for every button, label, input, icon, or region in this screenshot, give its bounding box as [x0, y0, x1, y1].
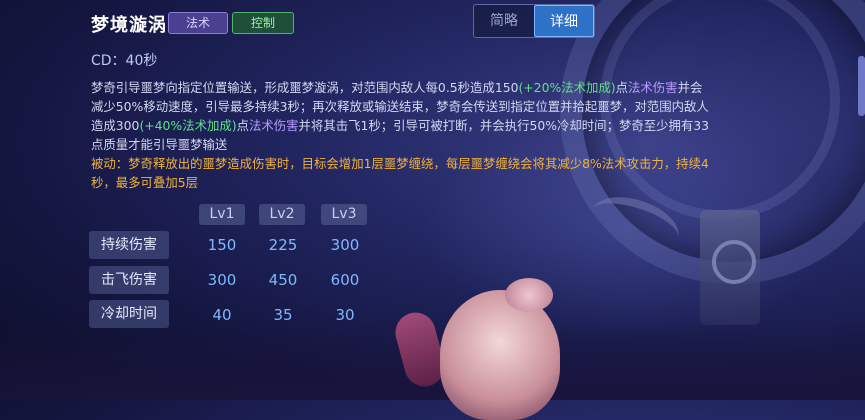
skill-description: 梦奇引导噩梦向指定位置输送，形成噩梦漩涡，对范围内敌人每0.5秒造成150(+2…	[91, 78, 711, 192]
level-header-1: Lv1	[199, 204, 245, 225]
magic-damage-text: 法术伤害	[248, 118, 299, 133]
hero-figure	[440, 290, 560, 420]
level-header-2: Lv2	[259, 204, 305, 225]
table-cell: 300	[330, 236, 360, 254]
table-cell: 30	[335, 306, 355, 324]
row-label-cooldown: 冷却时间	[89, 300, 169, 328]
level-header-3: Lv3	[321, 204, 367, 225]
view-toggle: 简略 详细	[473, 4, 595, 38]
table-cell: 150	[207, 236, 237, 254]
row-label-knockup-damage: 击飞伤害	[89, 266, 169, 294]
passive-description: 被动：梦奇释放出的噩梦造成伤害时，目标会增加1层噩梦缠绕，每层噩梦缠绕会将其减少…	[91, 156, 709, 190]
tag-control: 控制	[232, 12, 294, 34]
brief-button[interactable]: 简略	[474, 5, 534, 37]
table-cell: 35	[273, 306, 293, 324]
desc-text: 点	[236, 118, 249, 133]
table-cell: 450	[268, 271, 298, 289]
background-pillar-emblem	[712, 240, 756, 284]
table-cell: 225	[268, 236, 298, 254]
row-label-dot-damage: 持续伤害	[89, 231, 169, 259]
table-cell: 40	[212, 306, 232, 324]
hero-ear	[505, 278, 553, 312]
scrollbar[interactable]	[858, 56, 865, 116]
magic-damage-text: 法术伤害	[628, 80, 678, 95]
desc-text: 点	[615, 80, 629, 95]
bonus-text: (+20%法术加成)	[518, 80, 616, 95]
desc-text: 梦奇引导噩梦向指定位置输送，形成噩梦漩涡，对范围内敌人每0.5秒造成150	[91, 80, 519, 95]
table-cell: 300	[207, 271, 237, 289]
detail-button[interactable]: 详细	[534, 5, 594, 37]
skill-title: 梦境漩涡	[91, 15, 167, 36]
cooldown-text: CD：40秒	[91, 53, 158, 69]
table-cell: 600	[330, 271, 360, 289]
tag-magic: 法术	[168, 12, 228, 34]
bonus-text: (+40%法术加成)	[139, 118, 237, 133]
